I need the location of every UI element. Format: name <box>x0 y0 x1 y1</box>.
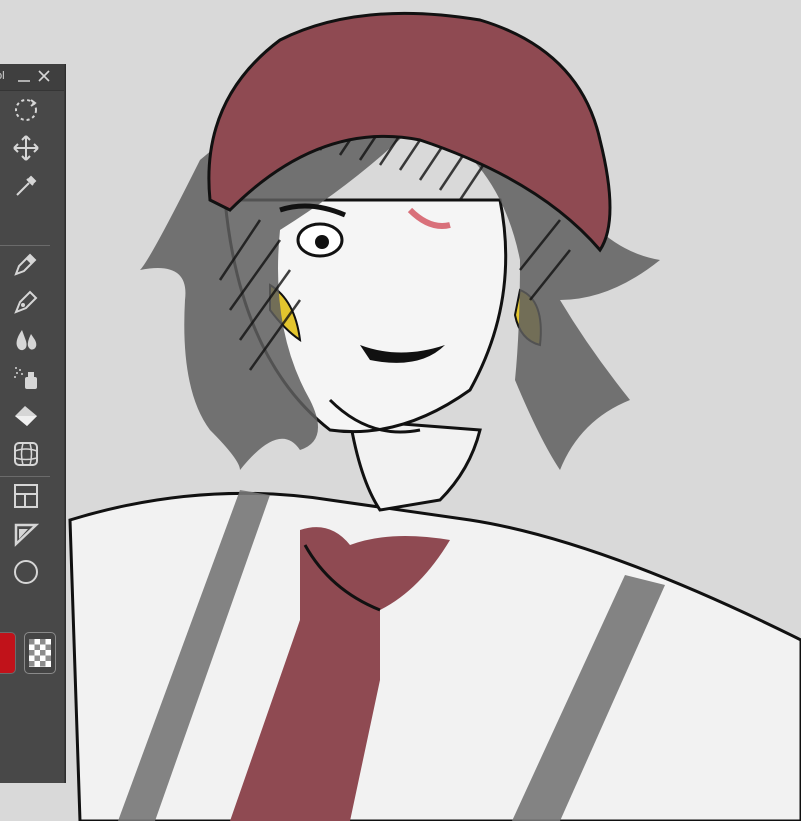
frame-border-icon[interactable] <box>8 480 44 512</box>
sub-color-transparent-swatch[interactable] <box>24 632 56 674</box>
pencil-icon[interactable] <box>8 248 44 280</box>
palette-titlebar[interactable]: ol <box>0 64 64 91</box>
main-color-swatch[interactable] <box>0 632 16 674</box>
eyedropper-icon[interactable] <box>8 170 44 202</box>
palette-divider <box>0 476 50 477</box>
transform-rotate-icon[interactable] <box>8 94 44 126</box>
ellipse-figure-icon[interactable] <box>8 556 44 588</box>
watercolor-brush-icon[interactable] <box>8 324 44 356</box>
ruler-triangle-icon[interactable] <box>8 518 44 550</box>
pen-icon[interactable] <box>8 286 44 318</box>
drawing-canvas[interactable] <box>0 0 801 821</box>
palette-title: ol <box>0 70 5 82</box>
tool-palette: ol <box>0 64 65 783</box>
gradient-mesh-icon[interactable] <box>8 438 44 470</box>
airbrush-icon[interactable] <box>8 362 44 394</box>
close-icon[interactable] <box>36 68 52 84</box>
move-icon[interactable] <box>8 132 44 164</box>
palette-divider <box>0 245 50 246</box>
artwork <box>0 0 801 821</box>
fill-bucket-icon[interactable] <box>8 400 44 432</box>
minimize-icon[interactable] <box>16 68 32 84</box>
